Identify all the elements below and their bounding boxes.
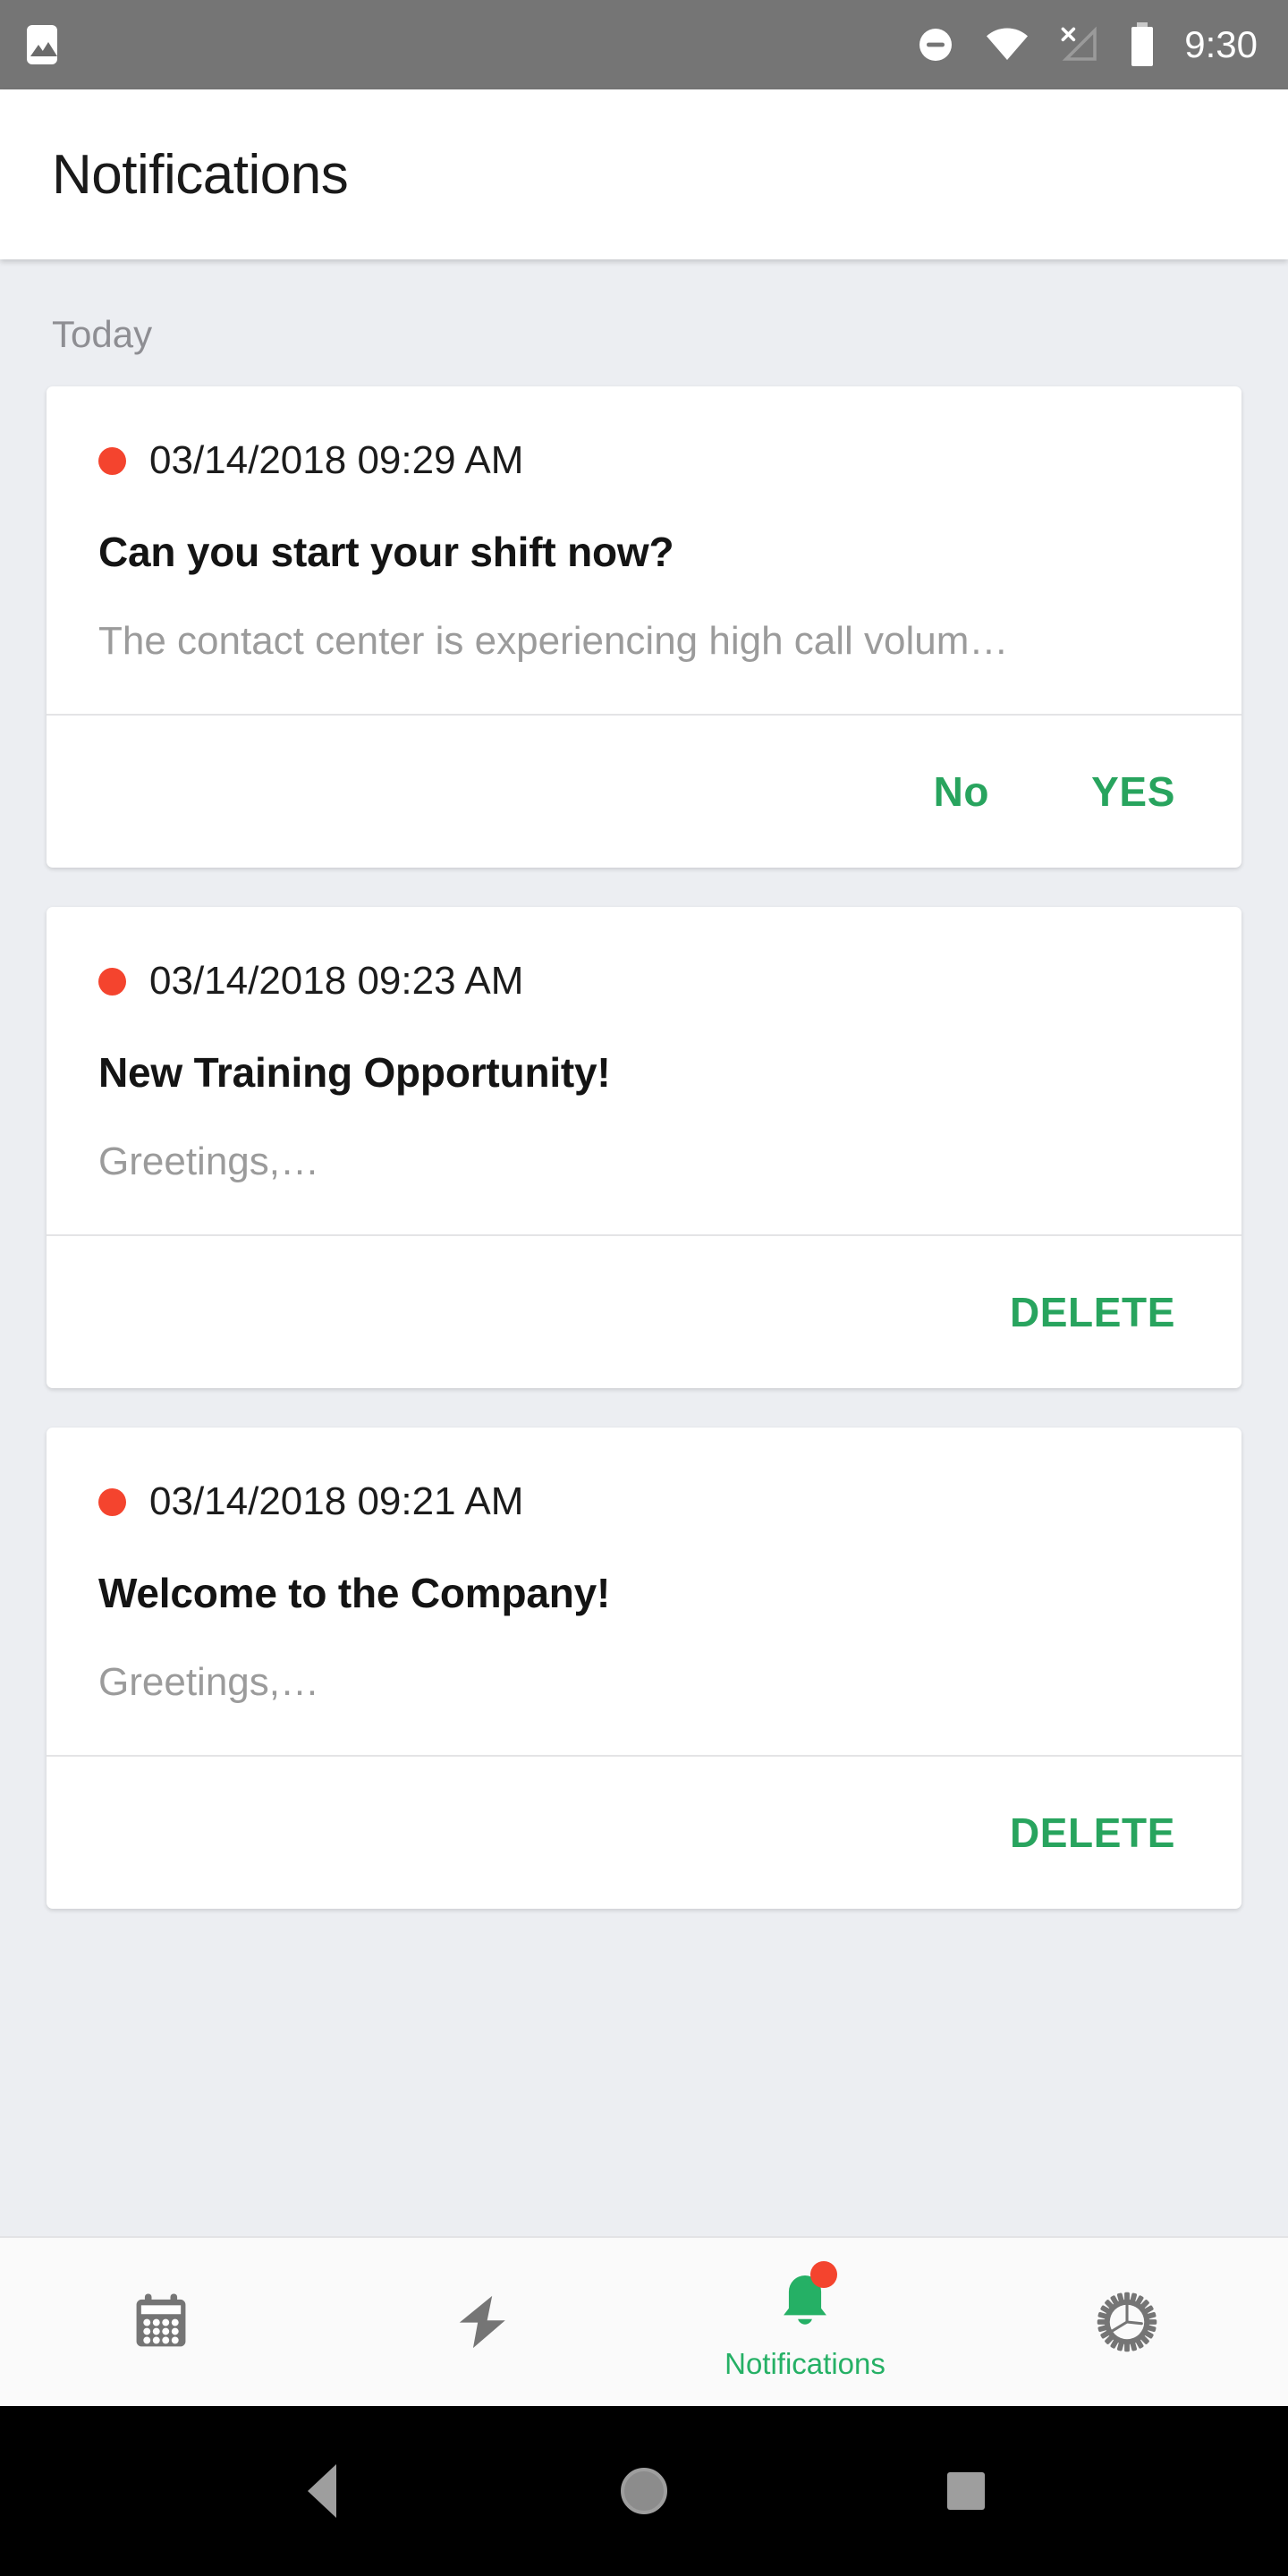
home-button[interactable] — [590, 2437, 698, 2545]
notification-title: Welcome to the Company! — [98, 1570, 611, 1616]
status-bar-clock: 9:30 — [1184, 23, 1258, 65]
notification-timestamp: 03/14/2018 09:21 AM — [149, 1479, 524, 1523]
bottom-navigation: Notifications — [0, 2236, 1288, 2406]
notification-preview: The contact center is experiencing high … — [98, 619, 1009, 663]
no-button[interactable]: No — [916, 755, 1008, 828]
notification-badge-icon — [810, 2261, 837, 2288]
notification-meta: 03/14/2018 09:23 AM — [98, 959, 1190, 1004]
battery-icon — [1131, 22, 1154, 66]
phone-screen: 9:30 Notifications Today 03/14/2018 09:2… — [0, 0, 1288, 2576]
notification-card[interactable]: 03/14/2018 09:21 AM Welcome to the Compa… — [47, 1428, 1241, 1909]
notification-meta: 03/14/2018 09:21 AM — [98, 1479, 1190, 1524]
back-icon — [308, 2464, 336, 2518]
notification-list[interactable]: Today 03/14/2018 09:29 AM Can you start … — [0, 259, 1288, 2236]
no-cellular-signal-icon — [1061, 26, 1097, 61]
unread-dot-icon — [98, 1487, 126, 1516]
delete-button[interactable]: DELETE — [992, 1275, 1193, 1349]
unread-dot-icon — [98, 446, 126, 475]
calendar-icon-wrap — [123, 2284, 199, 2360]
home-icon — [621, 2468, 667, 2514]
notification-actions: DELETE — [47, 1755, 1241, 1909]
recents-button[interactable] — [912, 2437, 1020, 2545]
back-button[interactable] — [268, 2437, 376, 2545]
lightning-bolt-icon-wrap — [445, 2284, 521, 2360]
wifi-icon — [987, 28, 1029, 61]
status-bar: 9:30 — [0, 0, 1288, 89]
nav-item-settings[interactable] — [966, 2238, 1288, 2406]
notification-card-body: 03/14/2018 09:29 AM Can you start your s… — [47, 386, 1241, 714]
image-notification-icon — [27, 25, 57, 64]
recents-icon — [947, 2472, 985, 2510]
android-system-navigation — [0, 2406, 1288, 2576]
notification-card-body: 03/14/2018 09:21 AM Welcome to the Compa… — [47, 1428, 1241, 1755]
nav-item-schedule[interactable] — [0, 2238, 322, 2406]
lightning-bolt-icon — [459, 2295, 505, 2349]
notification-card-body: 03/14/2018 09:23 AM New Training Opportu… — [47, 907, 1241, 1234]
calendar-icon — [136, 2293, 186, 2347]
gear-icon — [1097, 2292, 1157, 2352]
do-not-disturb-icon — [919, 29, 953, 61]
section-header-today: Today — [52, 313, 153, 355]
page-title: Notifications — [52, 143, 349, 206]
notification-preview: Greetings,… — [98, 1140, 319, 1183]
notification-meta: 03/14/2018 09:29 AM — [98, 438, 1190, 483]
app-bar: Notifications — [0, 89, 1288, 259]
status-bar-left — [27, 25, 57, 64]
notification-card[interactable]: 03/14/2018 09:29 AM Can you start your s… — [47, 386, 1241, 868]
unread-dot-icon — [98, 967, 126, 996]
notification-title: Can you start your shift now? — [98, 529, 674, 575]
nav-item-notifications[interactable]: Notifications — [644, 2238, 966, 2406]
notification-card[interactable]: 03/14/2018 09:23 AM New Training Opportu… — [47, 907, 1241, 1388]
notification-preview: Greetings,… — [98, 1660, 319, 1704]
bell-icon-wrap — [767, 2261, 843, 2338]
notification-actions: DELETE — [47, 1234, 1241, 1388]
notification-actions: No YES — [47, 714, 1241, 868]
gear-icon-wrap — [1089, 2284, 1165, 2360]
status-bar-right: 9:30 — [914, 21, 1258, 68]
nav-item-label-notifications: Notifications — [724, 2347, 886, 2380]
notification-timestamp: 03/14/2018 09:23 AM — [149, 959, 524, 1003]
notification-timestamp: 03/14/2018 09:29 AM — [149, 438, 524, 482]
delete-button[interactable]: DELETE — [992, 1796, 1193, 1869]
yes-button[interactable]: YES — [1073, 755, 1193, 828]
notification-title: New Training Opportunity! — [98, 1049, 611, 1096]
nav-item-actions[interactable] — [322, 2238, 644, 2406]
